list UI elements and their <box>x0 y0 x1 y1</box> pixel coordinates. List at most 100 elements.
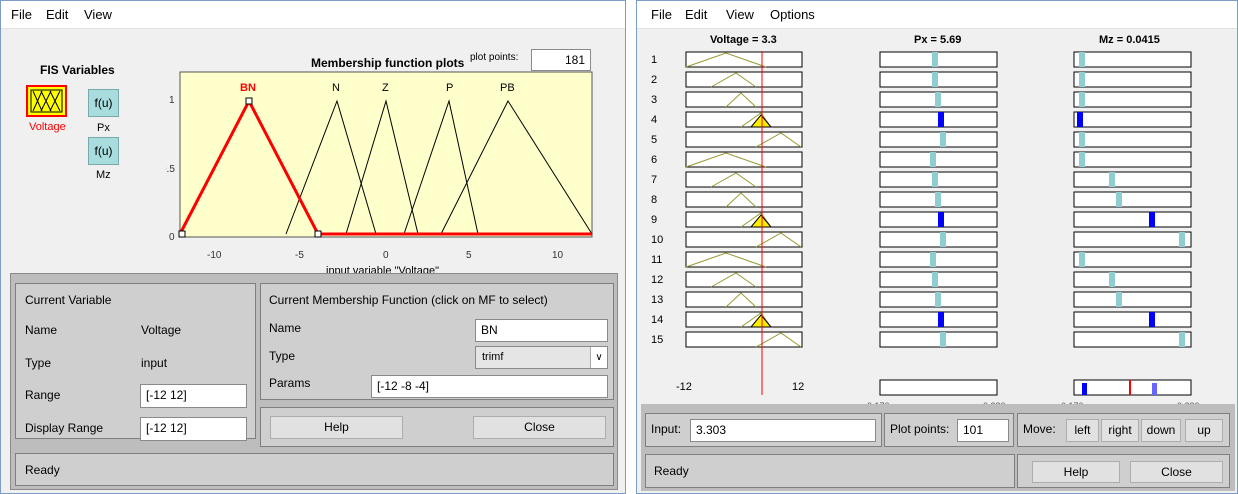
menu-file-rv[interactable]: File <box>651 7 672 22</box>
current-mf-panel: Current Membership Function (click on MF… <box>260 283 614 400</box>
help-button[interactable]: Help <box>270 416 403 439</box>
px-rule-bar <box>930 152 936 167</box>
rule-number: 14 <box>651 314 663 326</box>
mf-bn-handle-right[interactable] <box>314 230 322 238</box>
rv-help-button[interactable]: Help <box>1032 461 1120 483</box>
rule-grid[interactable]: Voltage = 3.3 Px = 5.69 Mz = 0.0415 1234… <box>637 29 1238 409</box>
voltage-rule-box <box>685 331 803 348</box>
plot-points-field[interactable]: 181 <box>531 49 591 71</box>
menu-view[interactable]: View <box>84 7 112 22</box>
rule-number: 11 <box>651 254 662 266</box>
mz-rule-box <box>1073 331 1192 348</box>
menu-view-rv[interactable]: View <box>726 7 754 22</box>
mf-params-field[interactable]: [-12 -8 -4] <box>371 375 608 398</box>
mz-rule-bar <box>1079 92 1085 107</box>
mz-rule-bar <box>1109 272 1115 287</box>
px-rule-bar <box>938 212 944 227</box>
input-panel: Input: 3.303 <box>645 413 882 447</box>
mf-name-field[interactable]: BN <box>475 319 608 342</box>
variable-px-label: Px <box>97 122 110 134</box>
y-tick-1: 1 <box>169 95 175 106</box>
px-rule-bar <box>938 312 944 327</box>
close-button[interactable]: Close <box>473 416 606 439</box>
mz-rule-bar <box>1079 72 1085 87</box>
rule-number: 6 <box>651 154 657 166</box>
variable-px-icon[interactable]: f(u) <box>88 89 119 117</box>
mf-type-value: trimf <box>482 351 504 363</box>
x-tick-0: 0 <box>383 250 389 261</box>
rule-number: 2 <box>651 74 657 86</box>
move-label: Move: <box>1023 422 1056 436</box>
voltage-rule-box <box>685 191 803 208</box>
rule-number: 7 <box>651 174 657 186</box>
membership-function-plot[interactable]: 1 0.5 0 -10 -5 0 5 10 BN N Z P PB input … <box>166 69 606 279</box>
px-rule-bar <box>935 192 941 207</box>
px-rule-box <box>879 51 998 68</box>
px-rule-bar <box>940 232 946 247</box>
rv-status-bar: Ready <box>645 454 1015 488</box>
mz-rule-bar <box>1149 212 1155 227</box>
move-right-button[interactable]: right <box>1101 419 1139 442</box>
menu-edit[interactable]: Edit <box>46 7 68 22</box>
plot-points-label: plot points: <box>470 52 519 63</box>
mz-summary-bar-1 <box>1082 383 1087 395</box>
rule-viewer-window: File Edit View Options Voltage = 3.3 Px … <box>636 0 1238 494</box>
variable-mz-icon[interactable]: f(u) <box>88 137 119 165</box>
x-tick-m5: -5 <box>295 250 304 261</box>
variable-voltage-icon[interactable] <box>26 85 67 117</box>
variable-voltage-label: Voltage <box>29 121 66 133</box>
menu-bar-rule: File Edit View Options <box>637 1 1237 29</box>
mz-rule-bar <box>1109 172 1115 187</box>
mf-type-dropdown[interactable]: trimf ∨ <box>475 346 608 369</box>
mz-summary-box <box>1073 379 1192 396</box>
mf-label-pb: PB <box>500 82 515 94</box>
move-down-button[interactable]: down <box>1141 419 1181 442</box>
menu-file[interactable]: File <box>11 7 32 22</box>
chevron-down-icon: ∨ <box>590 347 607 368</box>
cv-range-field[interactable]: [-12 12] <box>140 384 247 408</box>
mf-bn-handle-peak[interactable] <box>245 97 253 105</box>
range-min: -12 <box>676 381 692 393</box>
cv-display-range-field[interactable]: [-12 12] <box>140 417 247 441</box>
mz-rule-bar <box>1079 52 1085 67</box>
rv-plot-points-field[interactable]: 101 <box>957 419 1009 442</box>
px-rule-bar <box>940 132 946 147</box>
px-rule-box <box>879 231 998 248</box>
mz-rule-box <box>1073 71 1192 88</box>
button-panel: Help Close <box>260 407 614 447</box>
px-rule-bar <box>935 92 941 107</box>
move-left-button[interactable]: left <box>1066 419 1099 442</box>
mz-rule-bar <box>1149 312 1155 327</box>
status-bar: Ready <box>15 453 614 486</box>
voltage-title: Voltage = 3.3 <box>710 34 777 46</box>
rule-number: 9 <box>651 214 657 226</box>
cv-display-range-label: Display Range <box>25 421 104 435</box>
mf-bn-handle-left[interactable] <box>178 230 186 238</box>
mz-title: Mz = 0.0415 <box>1099 34 1160 46</box>
current-variable-title: Current Variable <box>25 293 112 307</box>
mz-rule-bar <box>1179 332 1185 347</box>
mz-rule-box <box>1073 231 1192 248</box>
menu-bar: File Edit View <box>1 1 625 29</box>
menu-options-rv[interactable]: Options <box>770 7 815 22</box>
mf-label-p: P <box>446 82 453 94</box>
px-rule-bar <box>930 252 936 267</box>
px-rule-box <box>879 251 998 268</box>
cv-type-value: input <box>141 356 168 370</box>
mf-type-label: Type <box>269 349 296 363</box>
move-up-button[interactable]: up <box>1185 419 1223 442</box>
mf-name-label: Name <box>269 321 302 335</box>
menu-edit-rv[interactable]: Edit <box>685 7 707 22</box>
mz-rule-bar <box>1079 132 1085 147</box>
px-summary-box <box>879 379 998 396</box>
x-tick-10: 10 <box>552 250 564 261</box>
mz-rule-bar <box>1077 112 1083 127</box>
rule-number: 15 <box>651 334 663 346</box>
current-variable-panel: Current Variable Name Voltage Type input… <box>15 283 256 441</box>
input-field[interactable]: 3.303 <box>690 419 876 442</box>
rule-number: 5 <box>651 134 657 146</box>
mz-rule-box <box>1073 251 1192 268</box>
x-tick-5: 5 <box>466 250 472 261</box>
rv-close-button[interactable]: Close <box>1130 461 1223 483</box>
voltage-rule-box <box>685 71 803 88</box>
